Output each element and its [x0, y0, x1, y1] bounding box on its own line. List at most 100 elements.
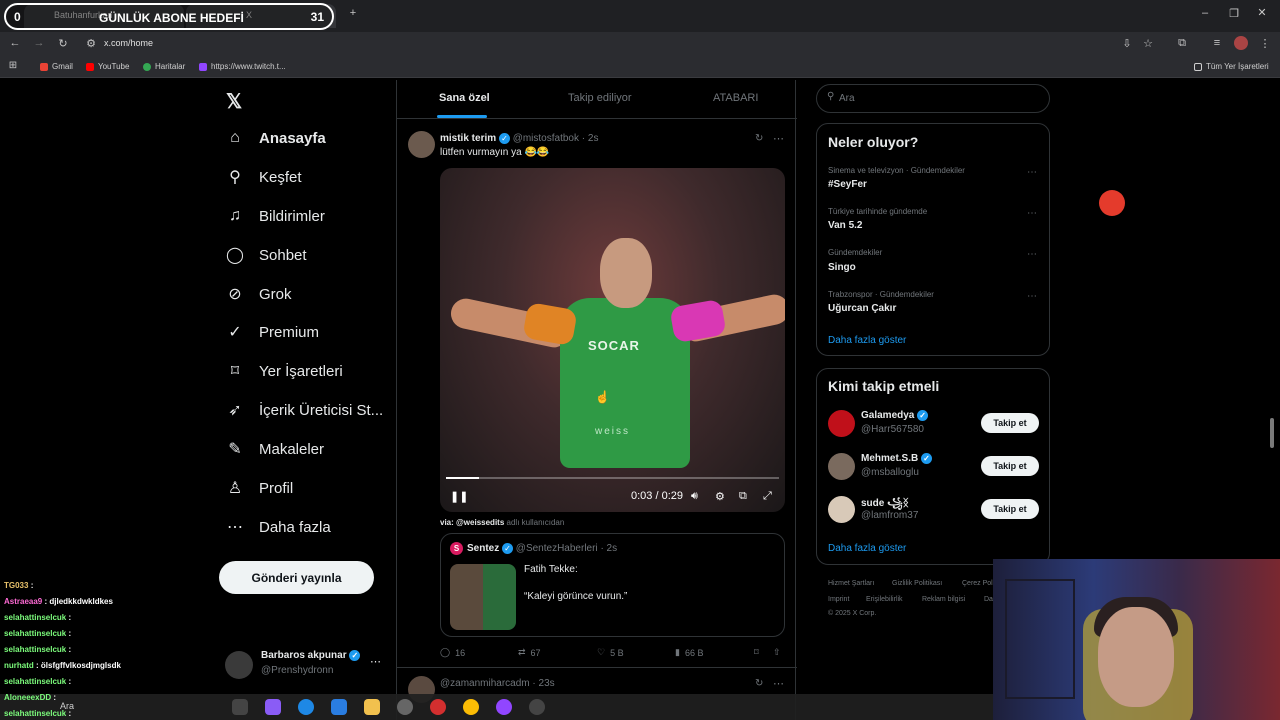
- tweet-more-icon[interactable]: ⋯: [773, 677, 784, 690]
- quoted-tweet[interactable]: S Sentez ✓ @SentezHaberleri · 2s Fatih T…: [440, 533, 785, 637]
- star-icon[interactable]: ☆: [1141, 37, 1155, 50]
- apps-grid-icon[interactable]: ⊞: [6, 60, 20, 71]
- account-menu-icon[interactable]: ⋯: [370, 655, 381, 668]
- nav-home[interactable]: ⌂ Anasayfa: [225, 123, 326, 153]
- footer-link[interactable]: Erişilebilirlik: [866, 596, 903, 603]
- footer-link[interactable]: Imprint: [828, 596, 849, 603]
- install-app-icon[interactable]: ⇩: [1120, 37, 1134, 50]
- suggestion-avatar[interactable]: [828, 453, 855, 480]
- scrollbar[interactable]: [1270, 190, 1274, 448]
- tweet-video[interactable]: SOCAR weiss ❚❚ 0:03 / 0:29 🔊︎ ⚙ ⧉ ⤢: [440, 168, 785, 512]
- nav-articles[interactable]: ✎ Makaleler: [225, 434, 324, 464]
- pause-icon[interactable]: ❚❚: [450, 490, 468, 503]
- trend-name[interactable]: #SeyFer: [828, 179, 867, 190]
- menu-icon[interactable]: ⋮: [1258, 37, 1272, 50]
- trend-more-icon[interactable]: ⋯: [1027, 291, 1037, 302]
- nav-premium[interactable]: ✓ Premium: [225, 317, 319, 347]
- tab-following[interactable]: Takip ediliyor: [568, 92, 632, 104]
- share-icon[interactable]: ⇧: [773, 647, 781, 658]
- tab-atabari[interactable]: ATABARI: [713, 92, 758, 104]
- bookmark-tweet-icon[interactable]: ⌑: [754, 647, 759, 658]
- tab-for-you[interactable]: Sana özel: [439, 92, 490, 104]
- trend-name[interactable]: Singo: [828, 262, 856, 273]
- footer-link[interactable]: Gizlilik Politikası: [892, 580, 942, 587]
- retweet-button[interactable]: ⇄ 67: [518, 647, 541, 658]
- tweet-time[interactable]: · 23s: [532, 678, 554, 689]
- fullscreen-icon[interactable]: ⤢: [763, 490, 772, 503]
- footer-link[interactable]: Hizmet Şartları: [828, 580, 874, 587]
- forward-icon[interactable]: →: [32, 37, 46, 49]
- trend-more-icon[interactable]: ⋯: [1027, 249, 1037, 260]
- bookmark-youtube[interactable]: YouTube: [86, 62, 129, 71]
- restore-icon[interactable]: ❐: [1227, 7, 1241, 20]
- bookmark-maps[interactable]: Haritalar: [143, 62, 185, 71]
- trend-name[interactable]: Uğurcan Çakır: [828, 303, 896, 314]
- trend-more-icon[interactable]: ⋯: [1027, 167, 1037, 178]
- reload-icon[interactable]: ↻: [56, 37, 70, 50]
- reading-list-icon[interactable]: ≡: [1210, 37, 1224, 49]
- tweet-author-handle[interactable]: @zamanmiharcadm: [440, 678, 530, 689]
- chrome-icon[interactable]: [463, 699, 479, 715]
- follow-button[interactable]: Takip et: [981, 456, 1039, 476]
- nav-grok[interactable]: ⊘ Grok: [225, 279, 291, 309]
- x-logo-icon[interactable]: 𝕏: [226, 89, 242, 114]
- trend-more-icon[interactable]: ⋯: [1027, 208, 1037, 219]
- back-icon[interactable]: ←: [8, 37, 22, 49]
- via-handle[interactable]: via: @weissedits: [440, 518, 504, 527]
- discord-icon[interactable]: [496, 699, 512, 715]
- footer-link[interactable]: Reklam bilgisi: [922, 596, 965, 603]
- extensions-icon[interactable]: ⧉: [1175, 37, 1189, 50]
- trends-show-more[interactable]: Daha fazla göster: [828, 335, 906, 346]
- profile-avatar-icon[interactable]: [1234, 36, 1248, 50]
- tweet-author-handle[interactable]: @mistosfatbok: [513, 133, 579, 144]
- nav-creator-studio[interactable]: ➶ İçerik Üreticisi St...: [225, 395, 383, 425]
- suggestion-name-row[interactable]: Galamedya ✓: [861, 410, 929, 421]
- account-avatar[interactable]: [225, 651, 253, 679]
- xbox-icon[interactable]: [397, 699, 413, 715]
- new-tab-icon[interactable]: +: [346, 7, 360, 19]
- volume-icon[interactable]: 🔊︎: [691, 490, 698, 503]
- picture-in-picture-icon[interactable]: ⧉: [739, 490, 747, 503]
- who-to-follow-show-more[interactable]: Daha fazla göster: [828, 543, 906, 554]
- tweet-more-icon[interactable]: ⋯: [773, 132, 784, 145]
- account-name-row[interactable]: Barbaros akpunar ✓: [261, 650, 361, 661]
- url-field[interactable]: x.com/home: [104, 38, 153, 48]
- grok-explain-icon[interactable]: ↻: [755, 133, 763, 144]
- obs-icon[interactable]: [529, 699, 545, 715]
- copilot-icon[interactable]: [265, 699, 281, 715]
- tweet-avatar[interactable]: [408, 131, 435, 158]
- nav-chat[interactable]: ◯ Sohbet: [225, 240, 307, 270]
- nav-bookmarks[interactable]: ⌑ Yer İşaretleri: [225, 356, 343, 386]
- bookmark-twitch[interactable]: https://www.twitch.t...: [199, 62, 286, 71]
- edge-icon[interactable]: [298, 699, 314, 715]
- post-button[interactable]: Gönderi yayınla: [219, 561, 374, 594]
- follow-button[interactable]: Takip et: [981, 413, 1039, 433]
- close-icon[interactable]: ✕: [1255, 6, 1269, 19]
- video-progress-bar[interactable]: [446, 477, 779, 479]
- suggestion-name-row[interactable]: Mehmet.S.B ✓: [861, 453, 933, 464]
- grok-explain-icon[interactable]: ↻: [755, 678, 763, 689]
- views-button[interactable]: ▮ 66 B: [675, 647, 703, 658]
- settings-gear-icon[interactable]: ⚙: [715, 490, 725, 503]
- tweet-author-name[interactable]: mistik terim: [440, 133, 496, 144]
- site-info-icon[interactable]: ⚙: [84, 37, 98, 50]
- all-bookmarks[interactable]: Tüm Yer İşaretleri: [1194, 62, 1269, 71]
- search-box[interactable]: ⚲ Ara: [816, 84, 1050, 113]
- file-explorer-icon[interactable]: [364, 699, 380, 715]
- tweet-time[interactable]: · 2s: [582, 133, 599, 144]
- store-icon[interactable]: [331, 699, 347, 715]
- task-view-icon[interactable]: [232, 699, 248, 715]
- trend-name[interactable]: Van 5.2: [828, 220, 862, 231]
- like-button[interactable]: ♡ 5 B: [597, 647, 624, 658]
- nav-explore[interactable]: ⚲ Keşfet: [225, 162, 301, 192]
- nav-more[interactable]: ⋯ Daha fazla: [225, 512, 331, 542]
- nav-profile[interactable]: ♙ Profil: [225, 473, 293, 503]
- bookmark-gmail[interactable]: Gmail: [40, 62, 73, 71]
- minimize-icon[interactable]: –: [1198, 7, 1212, 19]
- suggestion-avatar[interactable]: [828, 410, 855, 437]
- reply-button[interactable]: ◯ 16: [440, 647, 465, 658]
- opera-icon[interactable]: [430, 699, 446, 715]
- nav-notifications[interactable]: ♫ Bildirimler: [225, 201, 325, 231]
- suggestion-avatar[interactable]: [828, 496, 855, 523]
- follow-button[interactable]: Takip et: [981, 499, 1039, 519]
